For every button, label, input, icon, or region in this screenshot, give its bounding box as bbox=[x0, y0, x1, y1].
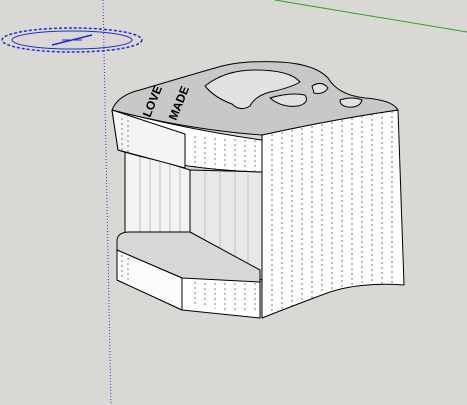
blue-axis-line bbox=[102, 0, 112, 405]
green-axis-line bbox=[274, 0, 467, 33]
north-compass-icon bbox=[1, 27, 143, 53]
scene-canvas[interactable]: LOVE MADE bbox=[0, 0, 467, 405]
modeling-viewport[interactable]: LOVE MADE bbox=[0, 0, 467, 405]
